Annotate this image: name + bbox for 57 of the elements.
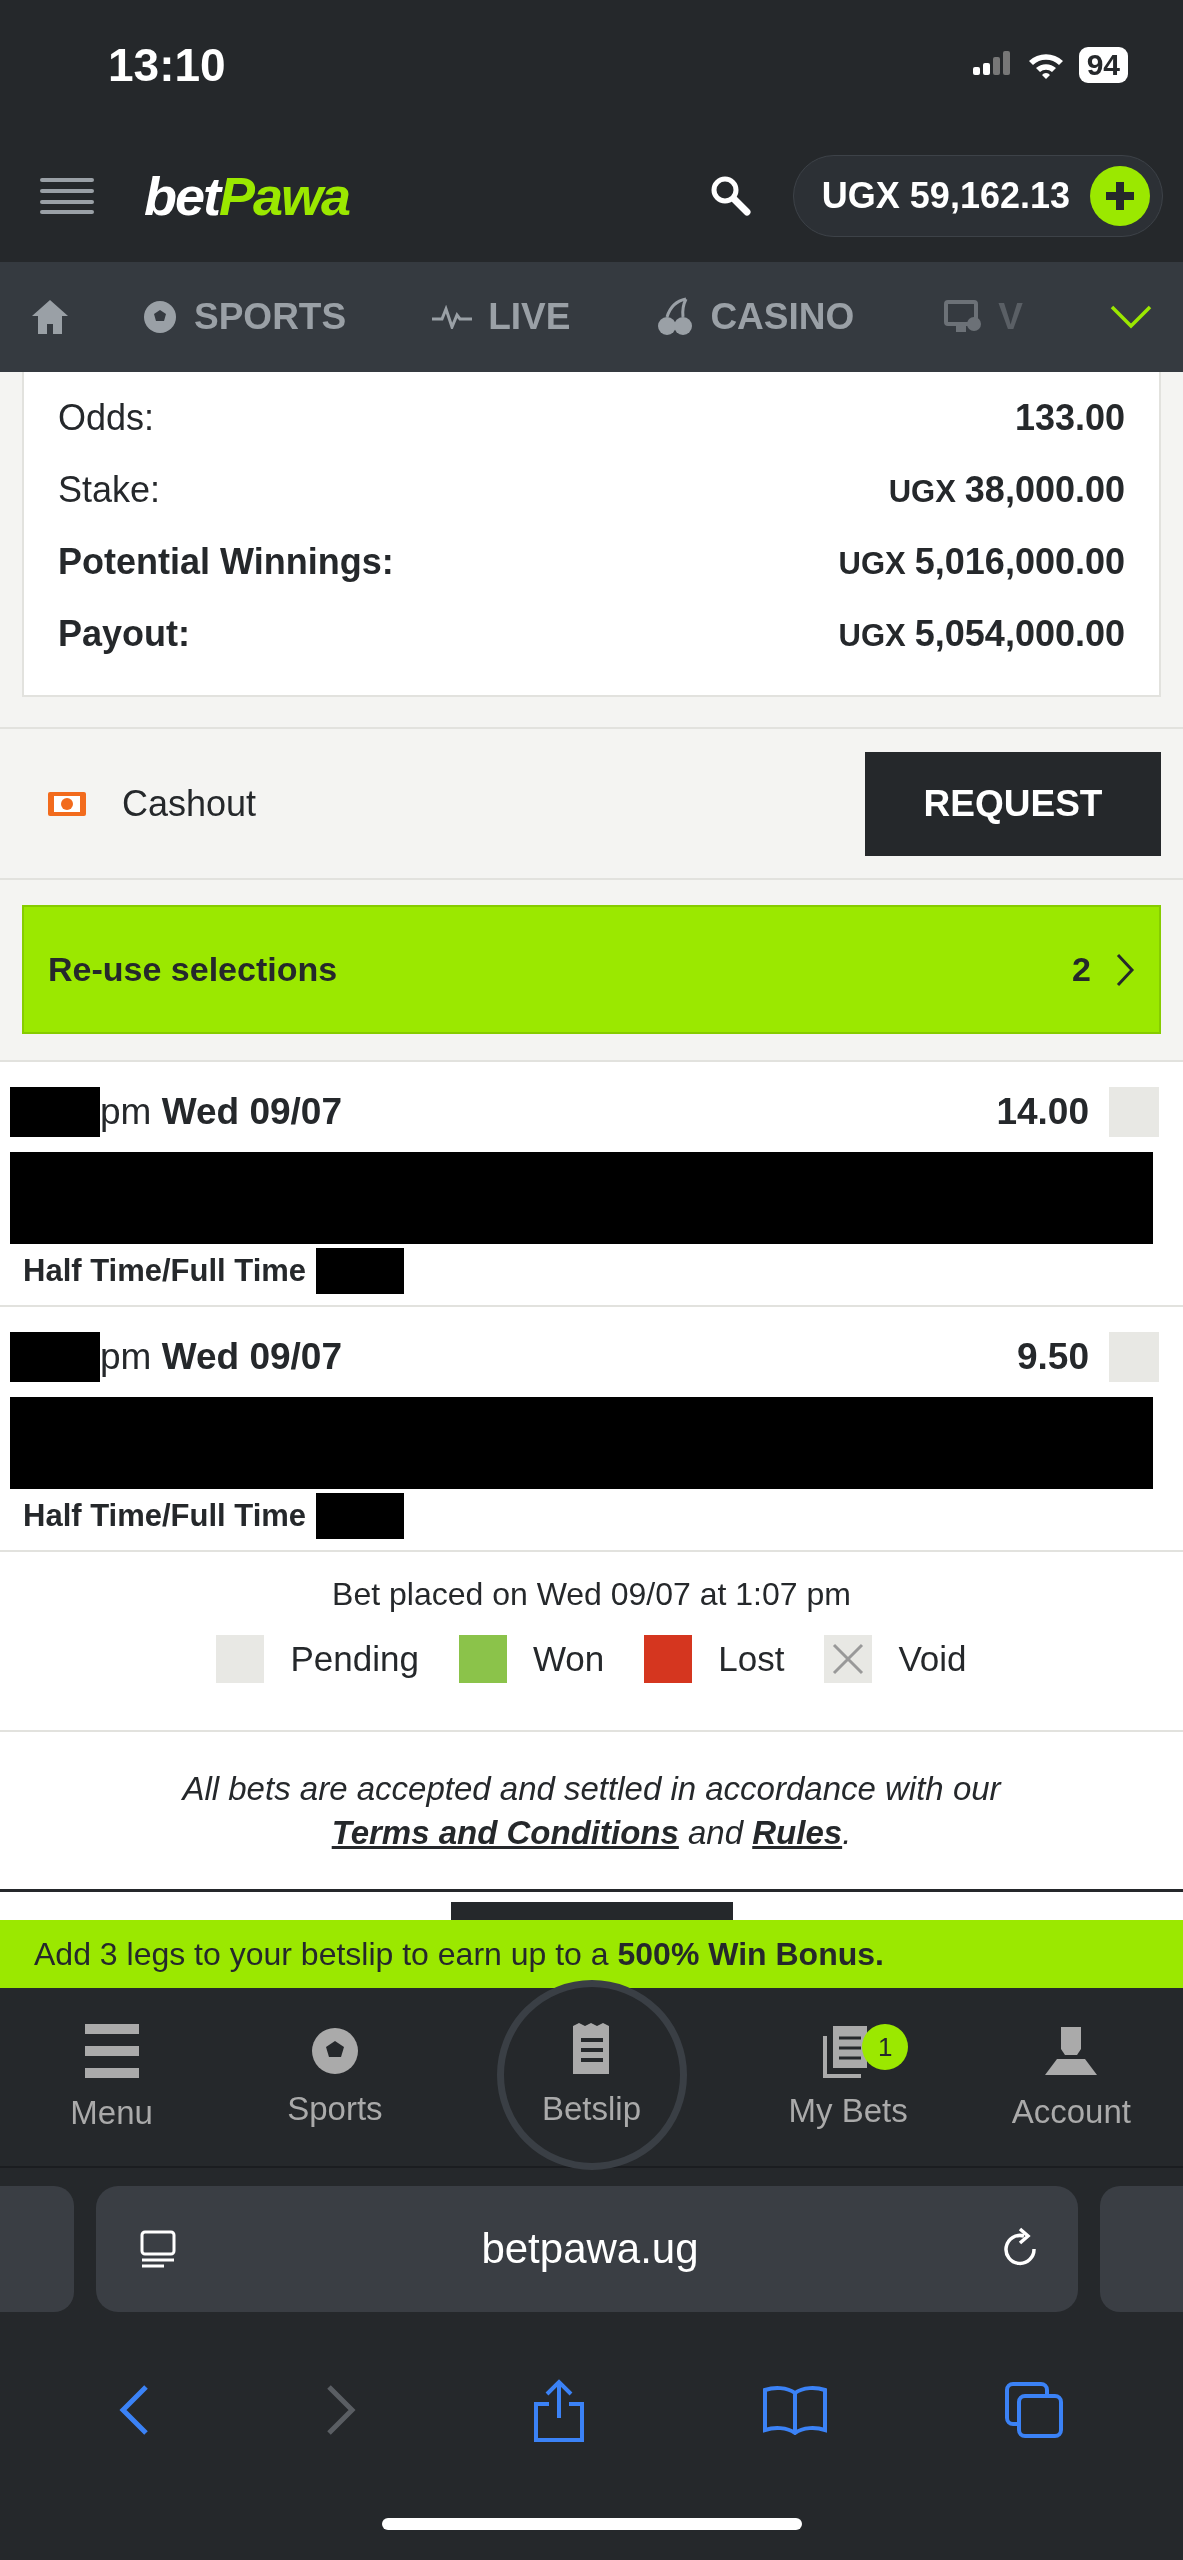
nav-tab[interactable]: SPORTS bbox=[142, 296, 347, 338]
menu-icon[interactable] bbox=[40, 177, 94, 215]
share-icon[interactable] bbox=[532, 2378, 587, 2442]
forward-icon[interactable] bbox=[325, 2384, 358, 2436]
promo-text: Add 3 legs to your betslip to earn up to a 500% Win Bonus. bbox=[34, 1935, 884, 1973]
summary-value: UGX 38,000.00 bbox=[888, 469, 1125, 511]
bookmarks-icon[interactable] bbox=[761, 2385, 828, 2435]
tabs-icon[interactable] bbox=[1003, 2380, 1066, 2440]
chevron-right-icon bbox=[1115, 951, 1135, 988]
summary-label: Stake: bbox=[58, 469, 161, 511]
legend-label: Pending bbox=[290, 1639, 419, 1679]
market-name: Half Time/Full Time bbox=[23, 1253, 307, 1289]
terms-text: All bets are accepted and settled in accordance with our Terms and Conditions and Rules. bbox=[180, 1768, 1003, 1853]
clock-time: 13:10 bbox=[108, 38, 226, 92]
legend-label: Void bbox=[898, 1639, 967, 1679]
reuse-selections-button[interactable]: Re-use selections 2 bbox=[22, 905, 1161, 1034]
pulse-icon bbox=[432, 305, 473, 329]
home-icon[interactable] bbox=[30, 298, 70, 336]
summary-value: UGX 5,054,000.00 bbox=[838, 613, 1125, 655]
match-time: pm Wed 09/07 bbox=[100, 1091, 342, 1133]
bottom-nav-item[interactable]: Menu bbox=[0, 1988, 224, 2166]
url-text: betpawa.ug bbox=[480, 2225, 700, 2273]
request-button[interactable]: REQUEST bbox=[865, 751, 1161, 856]
match-time: pm Wed 09/07 bbox=[100, 1336, 342, 1378]
soccer-ball-icon bbox=[142, 299, 178, 335]
nav-tab[interactable]: LIVE bbox=[432, 296, 571, 338]
count-badge: 1 bbox=[862, 2024, 909, 2070]
chevron-down-icon[interactable] bbox=[1109, 304, 1153, 330]
soccer-ball-icon bbox=[309, 2026, 360, 2076]
market-name: Half Time/Full Time bbox=[23, 1498, 307, 1534]
bet-placed-text: Bet placed on Wed 09/07 at 1:07 pm bbox=[332, 1576, 851, 1613]
battery-indicator: 94 bbox=[1078, 47, 1128, 83]
legend-label: Won bbox=[532, 1639, 605, 1679]
monitor-icon bbox=[944, 300, 983, 334]
selection-odds: 9.50 bbox=[1017, 1336, 1089, 1378]
terms-link[interactable]: Terms and Conditions bbox=[331, 1813, 679, 1851]
logo[interactable]: betPawa bbox=[144, 165, 350, 227]
legend-label: Lost bbox=[718, 1639, 785, 1679]
nav-tab[interactable]: CASINO bbox=[656, 296, 855, 338]
bottom-nav-item[interactable]: My Bets 1 bbox=[736, 1988, 960, 2166]
rules-link[interactable]: Rules bbox=[752, 1813, 843, 1851]
summary-value: 133.00 bbox=[1014, 397, 1125, 439]
balance-pill[interactable]: UGX 59,162.13 bbox=[792, 155, 1163, 237]
back-icon[interactable] bbox=[117, 2384, 150, 2436]
summary-label: Odds: bbox=[58, 397, 155, 439]
selection-odds: 14.00 bbox=[996, 1091, 1089, 1133]
summary-label: Potential Winnings: bbox=[58, 541, 394, 583]
add-icon[interactable] bbox=[1090, 166, 1150, 226]
address-bar[interactable]: betpawa.ug bbox=[96, 2186, 1078, 2312]
bottom-nav-item[interactable]: Account bbox=[959, 1988, 1183, 2166]
bottom-nav-item[interactable]: Sports bbox=[223, 1988, 447, 2166]
summary-value: UGX 5,016,000.00 bbox=[838, 541, 1125, 583]
balance-amount: UGX 59,162.13 bbox=[821, 175, 1070, 217]
cashout-label: Cashout bbox=[122, 782, 257, 825]
summary-label: Payout: bbox=[58, 613, 190, 655]
cherries-icon bbox=[656, 297, 695, 337]
menu-icon bbox=[84, 2022, 139, 2080]
